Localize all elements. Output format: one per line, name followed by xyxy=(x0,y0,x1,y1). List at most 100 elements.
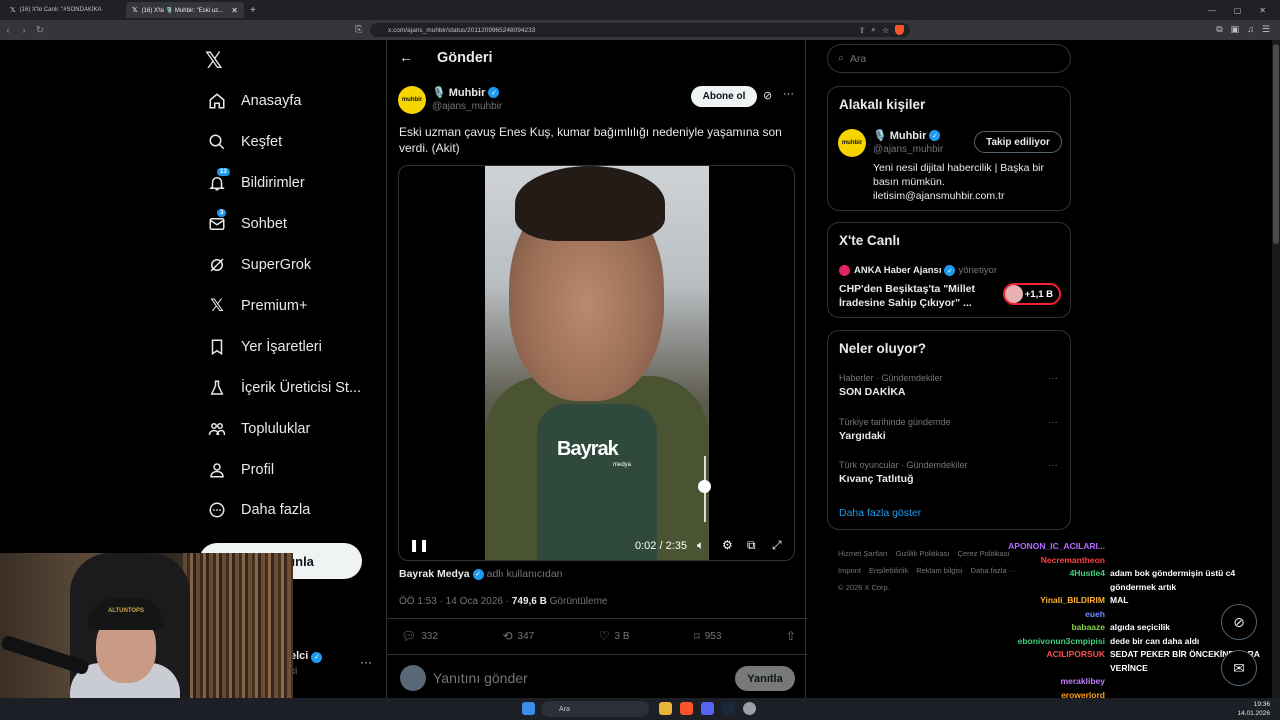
pause-icon[interactable]: ❚❚ xyxy=(409,538,429,552)
nav-more[interactable]: Daha fazla xyxy=(207,500,310,520)
more-options-icon[interactable]: ··· xyxy=(783,88,794,100)
bookmark-page-icon[interactable]: ⎘ xyxy=(355,24,362,35)
close-window-icon[interactable]: ✕ xyxy=(1259,6,1266,15)
nav-bookmarks[interactable]: Yer İşaretleri xyxy=(207,337,322,357)
footer-link[interactable]: Erişilebilirlik xyxy=(869,566,908,575)
forward-browser-icon[interactable]: › xyxy=(16,25,32,36)
live-listener-pill[interactable]: +1,1 B xyxy=(1003,283,1061,305)
nav-supergrok[interactable]: SuperGrok xyxy=(207,255,311,275)
discord-icon[interactable] xyxy=(701,702,714,715)
chat-username[interactable]: 4Hustle4 xyxy=(990,567,1105,594)
wallet-icon[interactable]: ▣ xyxy=(1231,24,1240,35)
footer-link[interactable]: Gizlilik Politikası xyxy=(896,549,950,558)
reply-button[interactable]: Yanıtla xyxy=(735,666,795,691)
trend-item[interactable]: Yargıdaki xyxy=(839,430,886,442)
browser-tab-1[interactable]: 𝕏 (16) X'te Canlı: "#SONDAKİKA xyxy=(4,2,122,18)
settings-icon[interactable]: ⚙ xyxy=(722,538,733,552)
related-name[interactable]: 🎙️ Muhbir ✓ xyxy=(873,129,941,142)
extensions-icon[interactable]: ⧉ xyxy=(1216,24,1222,35)
media-icon[interactable]: ♫ xyxy=(1247,24,1254,35)
browser-tab-2[interactable]: 𝕏 (16) X'te 🎙️ Muhbir: "Eski uz... ✕ xyxy=(126,2,244,18)
chat-username[interactable]: erowerlord xyxy=(990,689,1105,699)
close-tab-icon[interactable]: ✕ xyxy=(231,6,238,15)
share-action[interactable]: ⇧ xyxy=(786,629,796,643)
maximize-icon[interactable]: ▢ xyxy=(1234,6,1242,15)
minimize-icon[interactable]: — xyxy=(1208,6,1216,15)
show-more-link[interactable]: Daha fazla göster xyxy=(839,507,921,519)
account-more-icon[interactable]: ··· xyxy=(360,655,372,669)
nav-premium[interactable]: 𝕏 Premium+ xyxy=(207,296,307,316)
taskbar-search[interactable]: Ara xyxy=(541,701,649,717)
page-title: Gönderi xyxy=(437,50,493,66)
favorite-icon[interactable]: ☆ xyxy=(882,26,889,35)
bookmark-action[interactable]: ⌑ 953 xyxy=(694,629,721,643)
messages-fab-icon[interactable]: ✉ xyxy=(1221,650,1257,686)
user-avatar[interactable] xyxy=(400,665,426,691)
live-headline[interactable]: CHP'den Beşiktaş'ta "Millet İradesine Sa… xyxy=(839,282,989,310)
nav-communities[interactable]: Topluluklar xyxy=(207,419,310,439)
menu-icon[interactable]: ☰ xyxy=(1262,24,1270,35)
grok-fab-icon[interactable]: ⊘ xyxy=(1221,604,1257,640)
nav-explore[interactable]: Keşfet xyxy=(207,132,282,152)
chat-username[interactable]: babaaze xyxy=(990,621,1105,635)
account-name[interactable]: elci ✓ xyxy=(290,650,323,663)
footer-link[interactable]: Imprint xyxy=(838,566,861,575)
search-input[interactable]: ⌕ Ara xyxy=(827,44,1071,73)
view-count: 749,6 B xyxy=(511,596,547,607)
author-name[interactable]: 🎙️ Muhbir ✓ xyxy=(432,86,500,99)
back-arrow-icon[interactable]: ← xyxy=(399,49,413,65)
volume-icon[interactable]: 🔈︎ xyxy=(697,538,704,553)
trend-more-icon[interactable]: ··· xyxy=(1048,373,1058,384)
scrollbar-thumb[interactable] xyxy=(1273,44,1279,244)
chat-username[interactable]: ebonivonun3cmpipisi xyxy=(990,635,1105,649)
volume-knob[interactable] xyxy=(698,479,711,493)
attribution-name[interactable]: Bayrak Medya xyxy=(399,568,470,580)
nav-messages[interactable]: 3 Sohbet xyxy=(207,209,287,234)
footer-link[interactable]: Reklam bilgisi xyxy=(916,566,962,575)
zoom-icon[interactable]: ⌕ xyxy=(871,25,875,35)
reply-input[interactable]: Yanıtını gönder xyxy=(433,670,528,686)
following-button[interactable]: Takip ediliyor xyxy=(974,131,1062,153)
chat-username[interactable]: APONON_IC_ACILARI... xyxy=(990,540,1105,554)
address-bar[interactable]: x.com/ajans_muhbir/status/20112099652480… xyxy=(370,23,910,37)
subscribe-button[interactable]: Abone ol xyxy=(691,86,757,107)
chat-username[interactable]: Necremantheon xyxy=(990,554,1105,568)
reload-icon[interactable]: ↻ xyxy=(32,25,48,36)
like-action[interactable]: ♡ 3 B xyxy=(599,629,630,643)
repost-action[interactable]: ⟲ 347 xyxy=(502,629,534,643)
grok-explain-icon[interactable]: ⊘ xyxy=(763,89,772,102)
start-icon[interactable] xyxy=(522,702,535,715)
share-icon[interactable]: ⇪ xyxy=(859,26,866,35)
related-avatar[interactable]: muhbir xyxy=(838,129,866,157)
live-source[interactable]: ANKA Haber Ajansı ✓ yönetiyor xyxy=(854,265,997,276)
back-browser-icon[interactable]: ‹ xyxy=(0,25,16,36)
taskbar-clock[interactable]: 19:36 14.01.2026 xyxy=(1237,700,1270,718)
obs-icon[interactable] xyxy=(743,702,756,715)
steam-icon[interactable] xyxy=(722,702,735,715)
nav-creator-studio[interactable]: İçerik Üreticisi St... xyxy=(207,378,361,398)
fullscreen-icon[interactable]: ⤢ xyxy=(772,538,782,553)
chat-username[interactable]: Yinali_BILDIRIM xyxy=(990,594,1105,608)
nav-home[interactable]: Anasayfa xyxy=(207,91,301,111)
brave-shield-icon[interactable] xyxy=(895,25,904,35)
trend-more-icon[interactable]: ··· xyxy=(1048,460,1058,471)
file-explorer-icon[interactable] xyxy=(659,702,672,715)
nav-notifications[interactable]: 13 Bildirimler xyxy=(207,168,305,193)
brave-icon[interactable] xyxy=(680,702,693,715)
trend-item[interactable]: Kıvanç Tatlıtuğ xyxy=(839,473,913,485)
new-tab-icon[interactable]: + xyxy=(250,5,256,16)
footer-link[interactable]: Hizmet Şartları xyxy=(838,549,888,558)
post-timestamp[interactable]: ÖÖ 1:53 · 14 Oca 2026 · xyxy=(399,596,509,607)
author-avatar[interactable]: muhbir xyxy=(398,86,426,114)
pip-icon[interactable]: ⧉ xyxy=(747,538,756,553)
chat-username[interactable]: eueh xyxy=(990,608,1105,622)
chat-username[interactable]: meraklibey xyxy=(990,675,1105,689)
reply-action[interactable]: 💬︎ 332 xyxy=(401,629,438,643)
x-logo[interactable]: 𝕏 xyxy=(205,48,223,74)
video-player[interactable]: Bayrak medya ❚❚ 0:02 / 2:35 🔈︎ ⚙ ⧉ ⤢ xyxy=(398,165,795,561)
trend-more-icon[interactable]: ··· xyxy=(1048,417,1058,428)
author-handle[interactable]: @ajans_muhbir xyxy=(432,101,502,112)
chat-username[interactable]: ACILIPORSUK xyxy=(990,648,1105,675)
nav-profile[interactable]: Profil xyxy=(207,460,274,480)
trend-item[interactable]: SON DAKİKA xyxy=(839,386,906,398)
